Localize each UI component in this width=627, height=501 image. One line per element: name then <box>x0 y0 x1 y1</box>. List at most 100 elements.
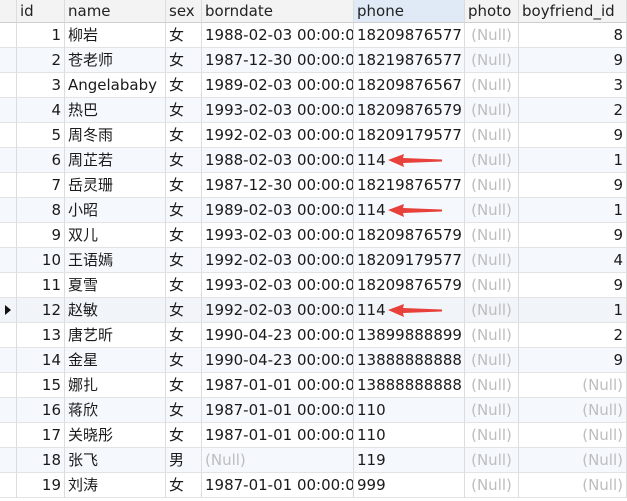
row-indicator[interactable] <box>0 48 17 73</box>
cell-name[interactable]: 金星 <box>65 348 166 373</box>
cell-boyfriend-id[interactable]: (Null) <box>519 448 627 473</box>
cell-id[interactable]: 15 <box>17 373 65 398</box>
cell-name[interactable]: 张飞 <box>65 448 166 473</box>
cell-sex[interactable]: 女 <box>166 73 202 98</box>
row-indicator[interactable] <box>0 148 17 173</box>
cell-name[interactable]: 夏雪 <box>65 273 166 298</box>
cell-phone[interactable]: 13888888888 <box>354 373 465 398</box>
cell-sex[interactable]: 女 <box>166 473 202 498</box>
cell-borndate[interactable]: 1988-02-03 00:00:00 <box>202 148 354 173</box>
cell-phone[interactable]: 18209876577 <box>354 23 465 48</box>
row-indicator[interactable] <box>0 373 17 398</box>
cell-sex[interactable]: 女 <box>166 48 202 73</box>
row-indicator[interactable] <box>0 423 17 448</box>
cell-borndate[interactable]: 1992-02-03 00:00:00 <box>202 123 354 148</box>
cell-id[interactable]: 13 <box>17 323 65 348</box>
table-row[interactable]: 8 小昭女 1989-02-03 00:00:00 114 (Null) 1 <box>0 198 627 223</box>
cell-boyfriend-id[interactable]: 9 <box>519 273 627 298</box>
cell-photo[interactable]: (Null) <box>465 273 519 298</box>
cell-photo[interactable]: (Null) <box>465 98 519 123</box>
cell-name[interactable]: 双儿 <box>65 223 166 248</box>
cell-phone[interactable]: 110 <box>354 398 465 423</box>
cell-name[interactable]: 蒋欣 <box>65 398 166 423</box>
cell-name[interactable]: 娜扎 <box>65 373 166 398</box>
table-row[interactable]: 14 金星女 1990-04-23 00:00:00 13888888888 (Null… <box>0 348 627 373</box>
table-row[interactable]: 2 苍老师女 1987-12-30 00:00:00 18219876577 (Null… <box>0 48 627 73</box>
table-row[interactable]: 18 张飞男 (Null) 119 (Null) (Null) <box>0 448 627 473</box>
cell-borndate[interactable]: 1993-02-03 00:00:00 <box>202 223 354 248</box>
cell-sex[interactable]: 男 <box>166 448 202 473</box>
cell-id[interactable]: 11 <box>17 273 65 298</box>
cell-name[interactable]: 王语嫣 <box>65 248 166 273</box>
row-indicator[interactable] <box>0 123 17 148</box>
row-indicator[interactable] <box>0 398 17 423</box>
cell-id[interactable]: 18 <box>17 448 65 473</box>
cell-photo[interactable]: (Null) <box>465 23 519 48</box>
column-header-borndate[interactable]: borndate <box>202 0 354 23</box>
cell-photo[interactable]: (Null) <box>465 398 519 423</box>
cell-photo[interactable]: (Null) <box>465 298 519 323</box>
cell-photo[interactable]: (Null) <box>465 423 519 448</box>
table-row[interactable]: 11 夏雪女 1993-02-03 00:00:00 18209876579 (Null… <box>0 273 627 298</box>
cell-photo[interactable]: (Null) <box>465 48 519 73</box>
cell-phone[interactable]: 999 <box>354 473 465 498</box>
table-row[interactable]: 13 唐艺昕女 1990-04-23 00:00:00 13899888899 (Nul… <box>0 323 627 348</box>
cell-phone[interactable]: 18209876579 <box>354 273 465 298</box>
cell-sex[interactable]: 女 <box>166 423 202 448</box>
cell-id[interactable]: 10 <box>17 248 65 273</box>
cell-boyfriend-id[interactable]: 1 <box>519 298 627 323</box>
cell-name[interactable]: 关晓彤 <box>65 423 166 448</box>
cell-boyfriend-id[interactable]: 2 <box>519 98 627 123</box>
row-indicator[interactable] <box>0 348 17 373</box>
cell-boyfriend-id[interactable]: 8 <box>519 23 627 48</box>
cell-boyfriend-id[interactable]: 9 <box>519 223 627 248</box>
cell-phone[interactable]: 110 <box>354 423 465 448</box>
cell-boyfriend-id[interactable]: 4 <box>519 248 627 273</box>
cell-photo[interactable]: (Null) <box>465 223 519 248</box>
cell-boyfriend-id[interactable]: (Null) <box>519 373 627 398</box>
cell-phone[interactable]: 114 <box>354 298 465 323</box>
table-row[interactable]: 12 赵敏女 1992-02-03 00:00:00 114 (Null) 1 <box>0 298 627 323</box>
cell-photo[interactable]: (Null) <box>465 148 519 173</box>
cell-borndate[interactable]: 1987-01-01 00:00:00 <box>202 473 354 498</box>
table-row[interactable]: 17 关晓彤女 1987-01-01 00:00:00 110 (Null) (Null) <box>0 423 627 448</box>
cell-photo[interactable]: (Null) <box>465 73 519 98</box>
cell-sex[interactable]: 女 <box>166 173 202 198</box>
cell-name[interactable]: 小昭 <box>65 198 166 223</box>
cell-name[interactable]: 唐艺昕 <box>65 323 166 348</box>
cell-borndate[interactable]: 1993-02-03 00:00:00 <box>202 273 354 298</box>
cell-id[interactable]: 1 <box>17 23 65 48</box>
row-indicator[interactable] <box>0 273 17 298</box>
cell-name[interactable]: 周冬雨 <box>65 123 166 148</box>
cell-boyfriend-id[interactable]: 2 <box>519 323 627 348</box>
table-row[interactable]: 19 刘涛女 1987-01-01 00:00:00 999 (Null) (Null) <box>0 473 627 498</box>
cell-borndate[interactable]: 1989-02-03 00:00:00 <box>202 73 354 98</box>
table-row[interactable]: 10 王语嫣女 1992-02-03 00:00:00 18209179577 (Nul… <box>0 248 627 273</box>
cell-phone[interactable]: 114 <box>354 198 465 223</box>
row-indicator[interactable] <box>0 73 17 98</box>
cell-borndate[interactable]: 1987-01-01 00:00:00 <box>202 423 354 448</box>
cell-boyfriend-id[interactable]: (Null) <box>519 398 627 423</box>
cell-id[interactable]: 7 <box>17 173 65 198</box>
cell-phone[interactable]: 18209876579 <box>354 223 465 248</box>
table-row[interactable]: 1 柳岩女 1988-02-03 00:00:00 18209876577 (Null)… <box>0 23 627 48</box>
cell-sex[interactable]: 女 <box>166 148 202 173</box>
cell-phone[interactable]: 119 <box>354 448 465 473</box>
cell-id[interactable]: 14 <box>17 348 65 373</box>
table-row[interactable]: 15 娜扎女 1987-01-01 00:00:00 13888888888 (Null… <box>0 373 627 398</box>
cell-photo[interactable]: (Null) <box>465 198 519 223</box>
cell-id[interactable]: 17 <box>17 423 65 448</box>
cell-photo[interactable]: (Null) <box>465 473 519 498</box>
cell-name[interactable]: Angelababy <box>65 73 166 98</box>
cell-borndate[interactable]: 1987-12-30 00:00:00 <box>202 173 354 198</box>
cell-id[interactable]: 5 <box>17 123 65 148</box>
row-indicator[interactable] <box>0 173 17 198</box>
cell-borndate[interactable]: 1987-01-01 00:00:00 <box>202 373 354 398</box>
cell-id[interactable]: 3 <box>17 73 65 98</box>
cell-sex[interactable]: 女 <box>166 223 202 248</box>
column-header-photo[interactable]: photo <box>465 0 519 23</box>
cell-id[interactable]: 2 <box>17 48 65 73</box>
cell-borndate[interactable]: 1989-02-03 00:00:00 <box>202 198 354 223</box>
cell-id[interactable]: 19 <box>17 473 65 498</box>
cell-sex[interactable]: 女 <box>166 198 202 223</box>
